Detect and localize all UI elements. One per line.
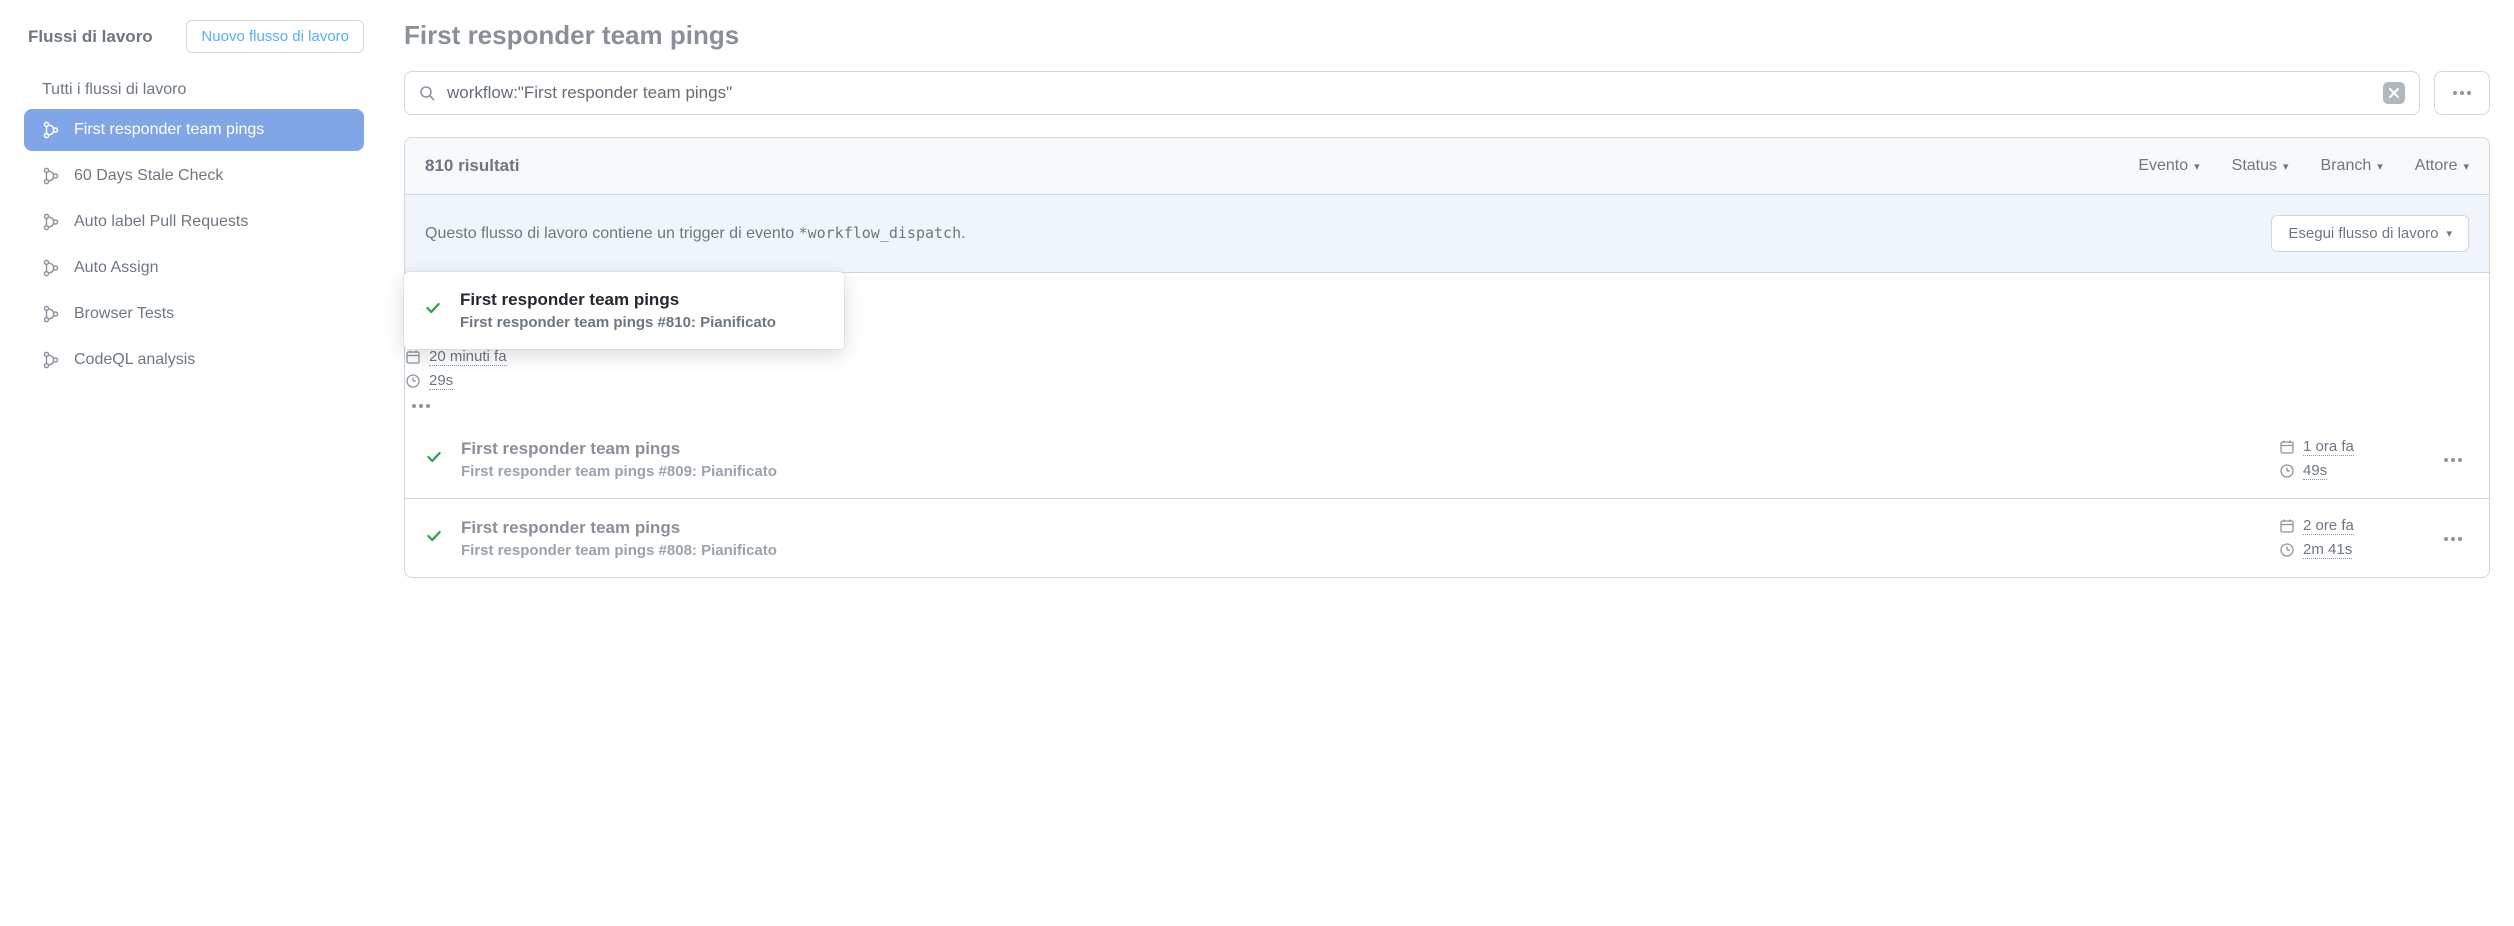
sidebar-workflow-item[interactable]: Auto Assign [24, 247, 364, 289]
run-more-button[interactable] [405, 390, 2489, 420]
run-more-button[interactable] [2437, 444, 2469, 474]
more-options-button[interactable] [2434, 71, 2490, 115]
run-row[interactable]: First responder team pings First respond… [405, 272, 2489, 420]
dispatch-code: *workflow_dispatch [799, 224, 962, 242]
all-workflows-link[interactable]: Tutti i flussi di lavoro [24, 71, 364, 109]
caret-down-icon: ▾ [2194, 160, 2200, 173]
filter-actor[interactable]: Attore▾ [2415, 157, 2469, 175]
results-count: 810 risultati [425, 156, 520, 176]
check-icon [425, 527, 443, 550]
sidebar-item-label: Auto Assign [74, 259, 159, 277]
check-icon [424, 299, 442, 322]
run-more-button[interactable] [2437, 523, 2469, 553]
clear-search-button[interactable] [2383, 82, 2405, 104]
run-subtitle: First responder team pings #808: Pianifi… [461, 542, 2261, 559]
run-time: 20 minuti fa [405, 348, 2479, 366]
workflow-icon [42, 305, 60, 323]
sidebar-item-label: Browser Tests [74, 305, 174, 323]
run-title: First responder team pings [460, 290, 824, 310]
run-title: First responder team pings [461, 518, 2261, 538]
sidebar-workflow-item[interactable]: Browser Tests [24, 293, 364, 335]
caret-down-icon: ▾ [2446, 227, 2452, 240]
workflow-icon [42, 351, 60, 369]
workflow-icon [42, 121, 60, 139]
search-box[interactable] [404, 71, 2420, 115]
run-title: First responder team pings [461, 439, 2261, 459]
caret-down-icon: ▾ [2283, 160, 2289, 173]
dispatch-text-prefix: Questo flusso di lavoro contiene un trig… [425, 225, 799, 242]
filter-branch[interactable]: Branch▾ [2321, 157, 2383, 175]
check-icon [425, 448, 443, 471]
results-panel: 810 risultati Evento▾ Status▾ Branch▾ At… [404, 137, 2490, 578]
caret-down-icon: ▾ [2463, 160, 2469, 173]
sidebar-workflow-item[interactable]: CodeQL analysis [24, 339, 364, 381]
page-title: First responder team pings [404, 20, 2490, 51]
run-row[interactable]: First responder team pings First respond… [405, 420, 2489, 499]
sidebar-title: Flussi di lavoro [28, 27, 153, 47]
sidebar-item-label: First responder team pings [74, 121, 264, 139]
filter-event[interactable]: Evento▾ [2138, 157, 2199, 175]
run-subtitle: First responder team pings #810: Pianifi… [460, 314, 824, 331]
sidebar: Flussi di lavoro Nuovo flusso di lavoro … [24, 20, 364, 578]
sidebar-workflow-item[interactable]: 60 Days Stale Check [24, 155, 364, 197]
workflow-icon [42, 167, 60, 185]
new-workflow-button[interactable]: Nuovo flusso di lavoro [186, 20, 364, 53]
main-content: First responder team pings 810 risultati… [404, 20, 2490, 578]
run-time: 1 ora fa [2279, 438, 2409, 456]
run-row[interactable]: First responder team pings First respond… [405, 499, 2489, 577]
run-duration: 49s [2279, 462, 2409, 480]
workflow-icon [42, 213, 60, 231]
run-duration: 29s [405, 372, 2479, 390]
sidebar-workflow-item[interactable]: First responder team pings [24, 109, 364, 151]
x-icon [2388, 87, 2400, 99]
kebab-icon [2452, 90, 2472, 96]
search-input[interactable] [447, 83, 2371, 103]
sidebar-item-label: 60 Days Stale Check [74, 167, 223, 185]
sidebar-item-label: CodeQL analysis [74, 351, 195, 369]
run-subtitle: First responder team pings #809: Pianifi… [461, 463, 2261, 480]
dispatch-text-suffix: . [961, 225, 965, 242]
sidebar-workflow-item[interactable]: Auto label Pull Requests [24, 201, 364, 243]
search-icon [419, 85, 435, 101]
workflow-dispatch-banner: Questo flusso di lavoro contiene un trig… [405, 195, 2489, 273]
caret-down-icon: ▾ [2377, 160, 2383, 173]
run-time: 2 ore fa [2279, 517, 2409, 535]
sidebar-item-label: Auto label Pull Requests [74, 213, 248, 231]
run-workflow-button[interactable]: Esegui flusso di lavoro ▾ [2271, 215, 2469, 252]
workflow-icon [42, 259, 60, 277]
run-duration: 2m 41s [2279, 541, 2409, 559]
filter-status[interactable]: Status▾ [2232, 157, 2289, 175]
